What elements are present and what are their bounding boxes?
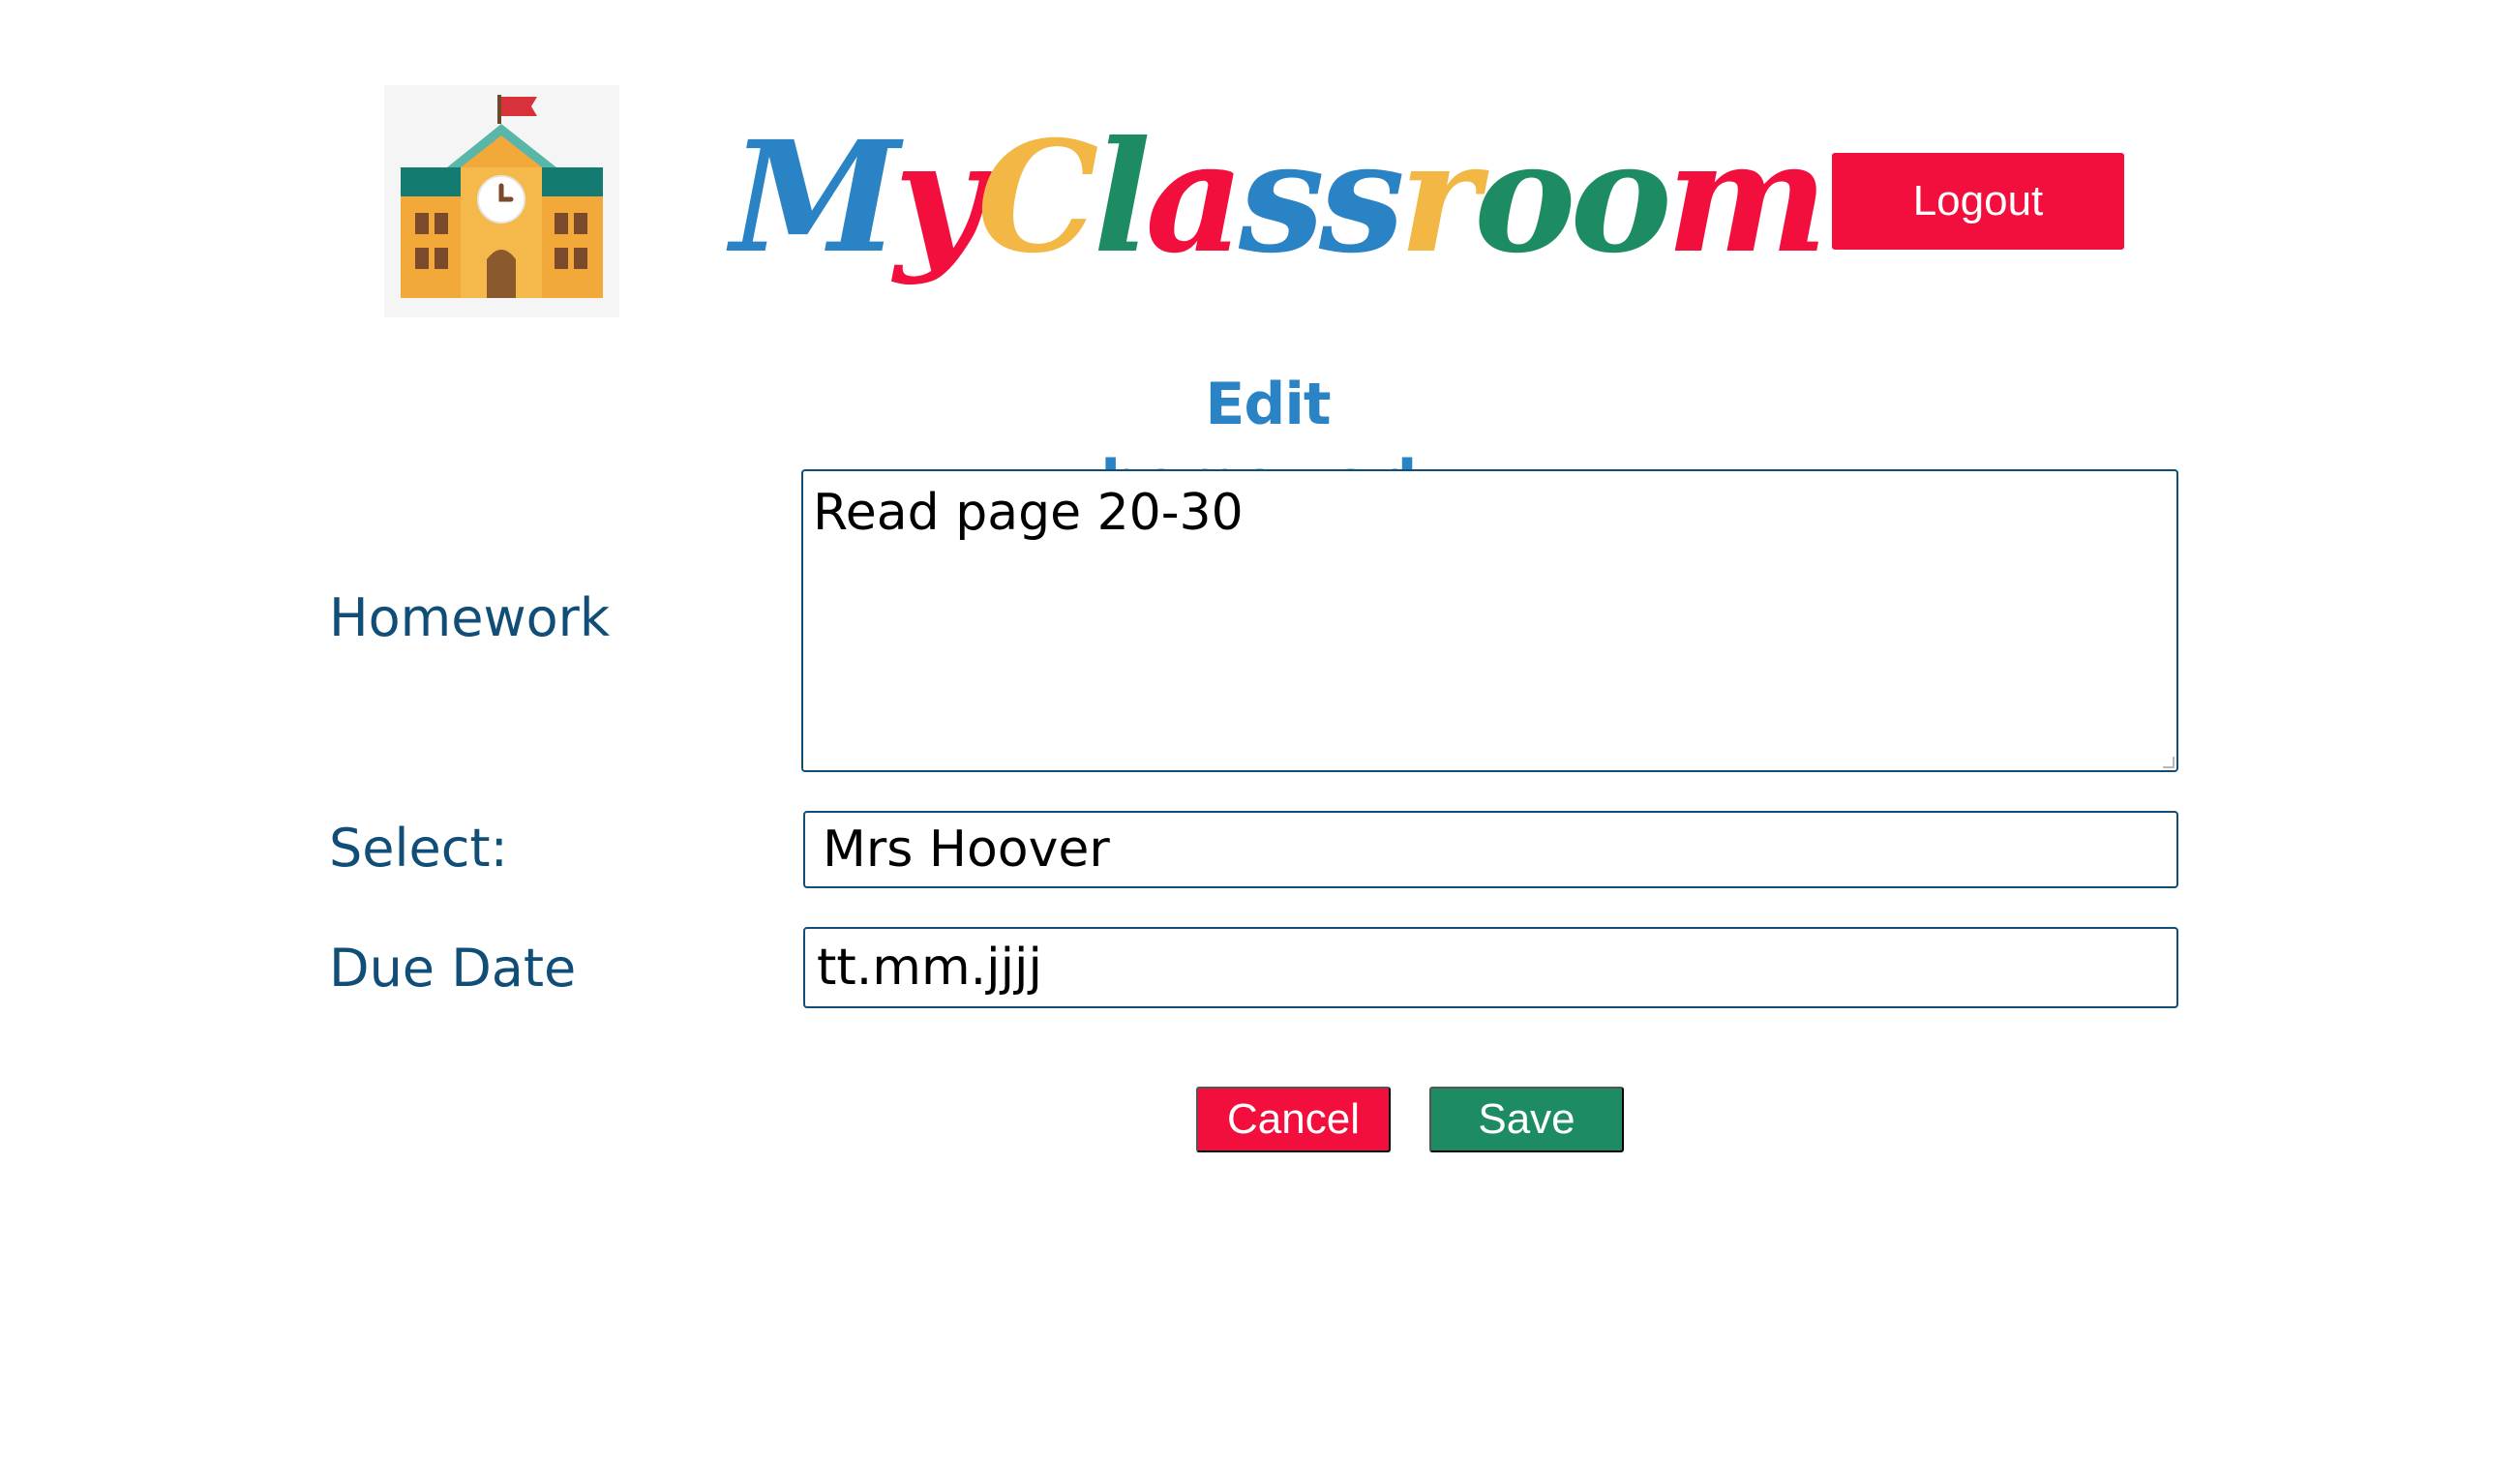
brand-letter: s <box>1318 108 1405 287</box>
brand-letter: o <box>1570 108 1671 287</box>
cancel-button[interactable]: Cancel <box>1196 1087 1391 1152</box>
brand-letter: o <box>1474 108 1575 287</box>
save-button[interactable]: Save <box>1429 1087 1624 1152</box>
homework-textarea[interactable]: Read page 20-30 <box>801 469 2178 772</box>
teacher-select[interactable]: Mrs Hoover <box>803 811 2178 888</box>
due-date-input[interactable]: tt.mm.jjjj <box>803 927 2178 1008</box>
brand-letter: a <box>1145 108 1245 287</box>
select-label: Select: <box>329 818 508 879</box>
brand-letter: y <box>893 108 983 287</box>
due-date-label: Due Date <box>329 938 577 999</box>
school-building-icon <box>384 85 619 317</box>
homework-text: Read page 20-30 <box>813 484 1244 542</box>
brand-letter: s <box>1238 108 1325 287</box>
resize-grip-icon[interactable] <box>2163 757 2175 768</box>
due-date-placeholder: tt.mm.jjjj <box>817 939 1042 997</box>
teacher-select-value: Mrs Hoover <box>823 821 1110 879</box>
brand-letter: C <box>976 108 1099 287</box>
homework-label: Homework <box>329 587 611 648</box>
brand-letter: l <box>1093 108 1151 287</box>
brand-letter: m <box>1665 108 1828 287</box>
edit-homework-page: MyClassroom Logout Edit homework Homewor… <box>0 0 2520 1463</box>
brand-letter: r <box>1398 108 1480 287</box>
brand-letter: M <box>731 108 900 287</box>
brand-wordmark: MyClassroom <box>731 97 1828 339</box>
logout-button[interactable]: Logout <box>1832 153 2124 250</box>
